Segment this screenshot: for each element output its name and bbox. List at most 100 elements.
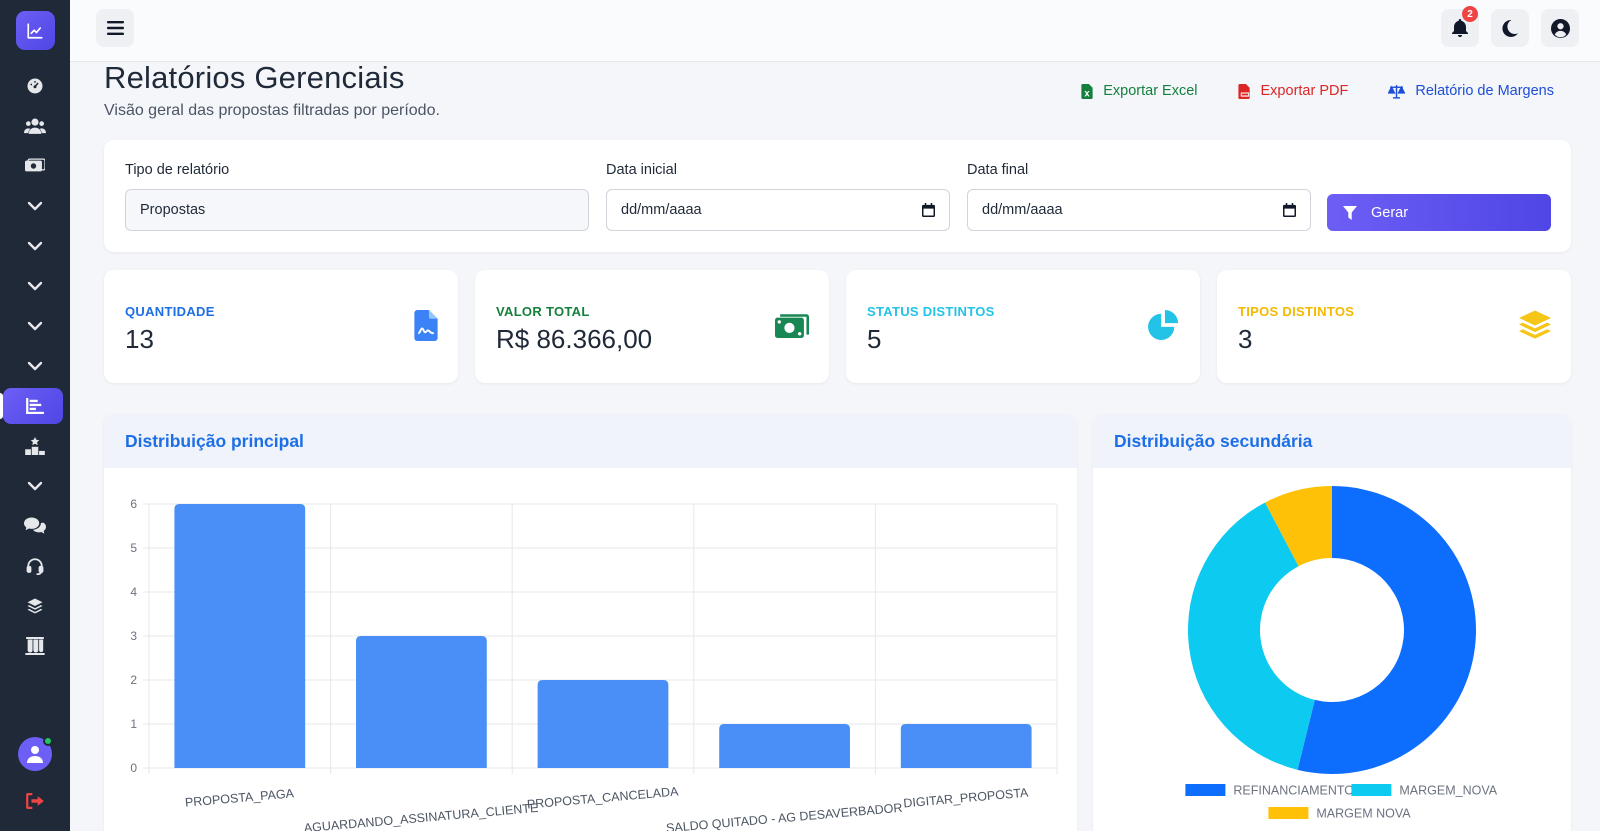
sidebar-item-chat[interactable] bbox=[0, 506, 70, 546]
chart-bar-icon bbox=[26, 398, 44, 414]
sidebar-item-ranking[interactable] bbox=[0, 426, 70, 466]
calendar-icon[interactable] bbox=[1283, 203, 1296, 217]
stat-value: 5 bbox=[867, 324, 882, 354]
menu-toggle-button[interactable] bbox=[96, 9, 134, 47]
secondary-chart-title: Distribuição secundária bbox=[1093, 414, 1571, 468]
y-tick-label: 6 bbox=[130, 497, 137, 511]
x-tick-label: PROPOSTA_CANCELADA bbox=[526, 784, 679, 811]
generate-label: Gerar bbox=[1371, 204, 1409, 221]
sidebar-item-support[interactable] bbox=[0, 546, 70, 586]
sign-out-icon bbox=[26, 793, 44, 809]
comments-icon bbox=[24, 517, 46, 534]
stat-card-distinct-types: TIPOS DISTINTOS 3 bbox=[1217, 270, 1571, 383]
sidebar-item-layers[interactable] bbox=[0, 586, 70, 626]
y-tick-label: 4 bbox=[130, 585, 137, 599]
primary-distribution-card: Distribuição principal 0 1 2 3 4 5 6 PROPOSTA_P… bbox=[104, 414, 1077, 831]
stat-card-distinct-status: STATUS DISTINTOS 5 bbox=[846, 270, 1200, 383]
stat-value: 13 bbox=[125, 324, 154, 354]
calendar-icon[interactable] bbox=[922, 203, 935, 217]
bar[interactable] bbox=[356, 636, 487, 768]
theme-toggle-button[interactable] bbox=[1491, 9, 1529, 47]
online-status-dot bbox=[43, 736, 53, 746]
x-tick-label: PROPOSTA_PAGA bbox=[184, 786, 295, 810]
legend-label: REFINANCIAMENTO bbox=[1233, 784, 1354, 798]
money-bill-icon bbox=[25, 158, 45, 172]
user-circle-icon bbox=[1550, 18, 1570, 38]
sidebar-item-expand-4[interactable] bbox=[0, 306, 70, 346]
stat-label: STATUS DISTINTOS bbox=[867, 304, 995, 319]
report-type-value: Propostas bbox=[140, 202, 206, 218]
x-tick-label: AGUARDANDO_ASSINATURA_CLIENTE bbox=[303, 801, 539, 831]
sidebar-item-dashboard[interactable] bbox=[0, 66, 70, 106]
brand-logo[interactable] bbox=[15, 11, 55, 50]
chevron-down-icon bbox=[27, 201, 43, 211]
export-pdf-label: Exportar PDF bbox=[1260, 83, 1349, 99]
moon-icon bbox=[1502, 19, 1518, 37]
y-tick-label: 1 bbox=[130, 717, 137, 731]
export-excel-button[interactable]: Exportar Excel bbox=[1081, 83, 1198, 99]
bar[interactable] bbox=[537, 680, 669, 768]
chart-pie-icon bbox=[1148, 310, 1179, 340]
export-pdf-button[interactable]: Exportar PDF bbox=[1237, 83, 1349, 99]
margins-report-button[interactable]: Relatório de Margens bbox=[1388, 83, 1554, 99]
chevron-down-icon bbox=[27, 361, 43, 371]
file-excel-icon bbox=[1081, 83, 1093, 99]
page-subtitle: Visão geral das propostas filtradas por … bbox=[104, 102, 440, 119]
chevron-down-icon bbox=[27, 481, 43, 491]
stat-label: QUANTIDADE bbox=[125, 304, 215, 319]
topbar: 2 bbox=[70, 0, 1600, 62]
stat-value: 3 bbox=[1238, 324, 1253, 354]
money-bill-icon bbox=[775, 314, 809, 339]
notifications-button[interactable]: 2 bbox=[1441, 6, 1479, 47]
sidebar-item-expand-2[interactable] bbox=[0, 226, 70, 266]
report-type-select[interactable]: Propostas bbox=[125, 189, 589, 231]
user-menu-button[interactable] bbox=[1541, 9, 1579, 47]
bar[interactable] bbox=[719, 724, 850, 768]
user-avatar[interactable] bbox=[18, 736, 53, 771]
sidebar-item-expand-5[interactable] bbox=[0, 346, 70, 386]
sidebar-item-lab[interactable] bbox=[0, 626, 70, 666]
start-date-placeholder: dd/mm/aaaa bbox=[621, 202, 702, 218]
legend-swatch bbox=[1185, 784, 1226, 796]
sidebar-item-clients[interactable] bbox=[0, 106, 70, 146]
bell-icon bbox=[1452, 19, 1468, 37]
sidebar-item-reports[interactable] bbox=[0, 386, 70, 426]
stat-card-quantity: QUANTIDADE 13 bbox=[104, 270, 458, 383]
y-tick-label: 2 bbox=[130, 673, 137, 687]
file-invoice-icon bbox=[414, 310, 438, 341]
secondary-distribution-card: Distribuição secundária REFINANCIAMENTO M… bbox=[1093, 414, 1571, 831]
generate-button[interactable]: Gerar bbox=[1327, 194, 1551, 231]
users-icon bbox=[24, 118, 46, 134]
x-tick-label: DIGITAR_PROPOSTA bbox=[903, 786, 1030, 811]
report-type-label: Tipo de relatório bbox=[125, 162, 230, 178]
chevron-down-icon bbox=[27, 281, 43, 291]
export-excel-label: Exportar Excel bbox=[1103, 83, 1198, 99]
y-tick-label: 0 bbox=[130, 761, 137, 775]
y-tick-label: 3 bbox=[130, 629, 137, 643]
export-actions: Exportar Excel Exportar PDF Relatório de… bbox=[1081, 83, 1554, 99]
ranking-star-icon bbox=[25, 437, 45, 455]
legend-swatch bbox=[1268, 807, 1309, 819]
filters-card: Tipo de relatório Propostas Data inicial… bbox=[104, 140, 1571, 252]
scale-balanced-icon bbox=[1388, 84, 1406, 99]
y-tick-label: 5 bbox=[130, 541, 137, 555]
chevron-down-icon bbox=[27, 321, 43, 331]
end-date-input[interactable]: dd/mm/aaaa bbox=[967, 189, 1311, 231]
bar-chart: 0 1 2 3 4 5 6 PROPOSTA_PAGA AGUARDANDO_ASSINATUR… bbox=[130, 497, 1058, 831]
file-pdf-icon bbox=[1237, 83, 1250, 99]
sidebar-item-expand-1[interactable] bbox=[0, 186, 70, 226]
start-date-input[interactable]: dd/mm/aaaa bbox=[606, 189, 950, 231]
chevron-down-icon bbox=[27, 241, 43, 251]
sidebar-item-expand-6[interactable] bbox=[0, 466, 70, 506]
layers-icon bbox=[1519, 310, 1551, 339]
sidebar-item-finance[interactable] bbox=[0, 146, 70, 186]
legend-label: MARGEM_NOVA bbox=[1399, 784, 1497, 798]
bar[interactable] bbox=[900, 724, 1032, 768]
filter-icon bbox=[1343, 205, 1357, 220]
bar[interactable] bbox=[174, 504, 306, 768]
stat-value: R$ 86.366,00 bbox=[496, 324, 653, 354]
chart-line-icon bbox=[27, 22, 43, 39]
sidebar bbox=[0, 0, 70, 831]
sidebar-item-expand-3[interactable] bbox=[0, 266, 70, 306]
logout-button[interactable] bbox=[26, 793, 44, 809]
